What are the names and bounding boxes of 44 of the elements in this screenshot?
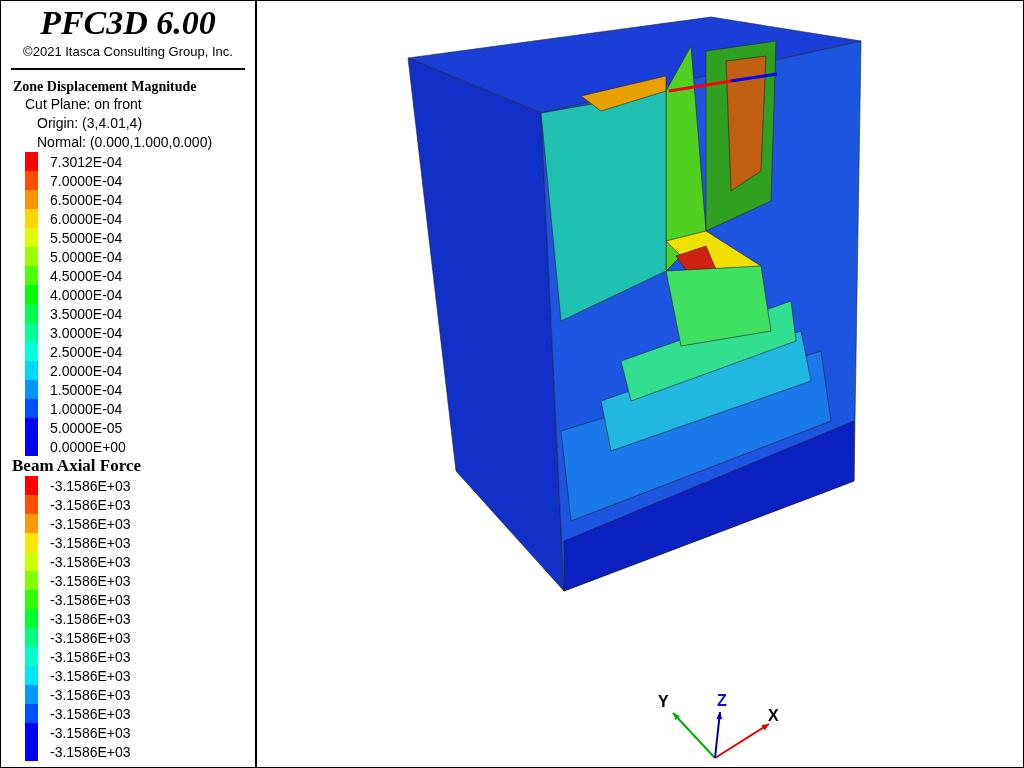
legend-value: -3.1586E+03 bbox=[50, 477, 131, 494]
legend-value: 4.5000E-04 bbox=[50, 267, 123, 284]
legend-value: -3.1586E+03 bbox=[50, 629, 131, 646]
legend-value: 3.0000E-04 bbox=[50, 324, 123, 341]
legend-value: 1.5000E-04 bbox=[50, 381, 123, 398]
y-axis-arrow bbox=[672, 712, 716, 759]
z-axis-arrow bbox=[714, 711, 723, 759]
legend-title: Zone Displacement Magnitude bbox=[13, 78, 198, 95]
app-title: PFC3D 6.00 bbox=[39, 3, 217, 43]
legend-value: -3.1586E+03 bbox=[50, 724, 131, 741]
legend-value: 0.0000E+00 bbox=[50, 438, 126, 455]
legend-value: -3.1586E+03 bbox=[50, 648, 131, 665]
legend-value: 4.0000E-04 bbox=[50, 286, 123, 303]
legend-value: 5.0000E-05 bbox=[50, 419, 123, 436]
legend-value: 3.5000E-04 bbox=[50, 305, 123, 322]
legend-value: -3.1586E+03 bbox=[50, 686, 131, 703]
axis-label: Y bbox=[658, 693, 669, 710]
legend-value: 5.0000E-04 bbox=[50, 248, 123, 265]
legend-title: Beam Axial Force bbox=[12, 456, 143, 476]
legend-value: 7.3012E-04 bbox=[50, 153, 123, 170]
legend-value: -3.1586E+03 bbox=[50, 705, 131, 722]
legend-info: Normal: (0.000,1.000,0.000) bbox=[37, 133, 214, 152]
legend-info: Cut Plane: on front bbox=[25, 95, 143, 114]
legend-value: 7.0000E-04 bbox=[50, 172, 123, 189]
legend-value: -3.1586E+03 bbox=[50, 667, 131, 684]
legend-value: 2.5000E-04 bbox=[50, 343, 123, 360]
axis-label: Z bbox=[717, 692, 727, 709]
x-axis-arrow bbox=[714, 723, 770, 759]
legend-value: -3.1586E+03 bbox=[50, 743, 131, 760]
legend-value: 6.0000E-04 bbox=[50, 210, 123, 227]
axis-label: X bbox=[768, 707, 779, 724]
legend-value: -3.1586E+03 bbox=[50, 534, 131, 551]
legend-value: -3.1586E+03 bbox=[50, 496, 131, 513]
legend-value: -3.1586E+03 bbox=[50, 572, 131, 589]
legend-value: 5.5000E-04 bbox=[50, 229, 123, 246]
legend-value: -3.1586E+03 bbox=[50, 553, 131, 570]
legend-value: 1.0000E-04 bbox=[50, 400, 123, 417]
legend-info: Origin: (3,4.01,4) bbox=[37, 114, 144, 133]
legend-value: 2.0000E-04 bbox=[50, 362, 123, 379]
legend-value: -3.1586E+03 bbox=[50, 591, 131, 608]
copyright-text: ©2021 Itasca Consulting Group, Inc. bbox=[22, 44, 234, 59]
legend-value: -3.1586E+03 bbox=[50, 515, 131, 532]
legend-value: -3.1586E+03 bbox=[50, 610, 131, 627]
legend-value: 6.5000E-04 bbox=[50, 191, 123, 208]
